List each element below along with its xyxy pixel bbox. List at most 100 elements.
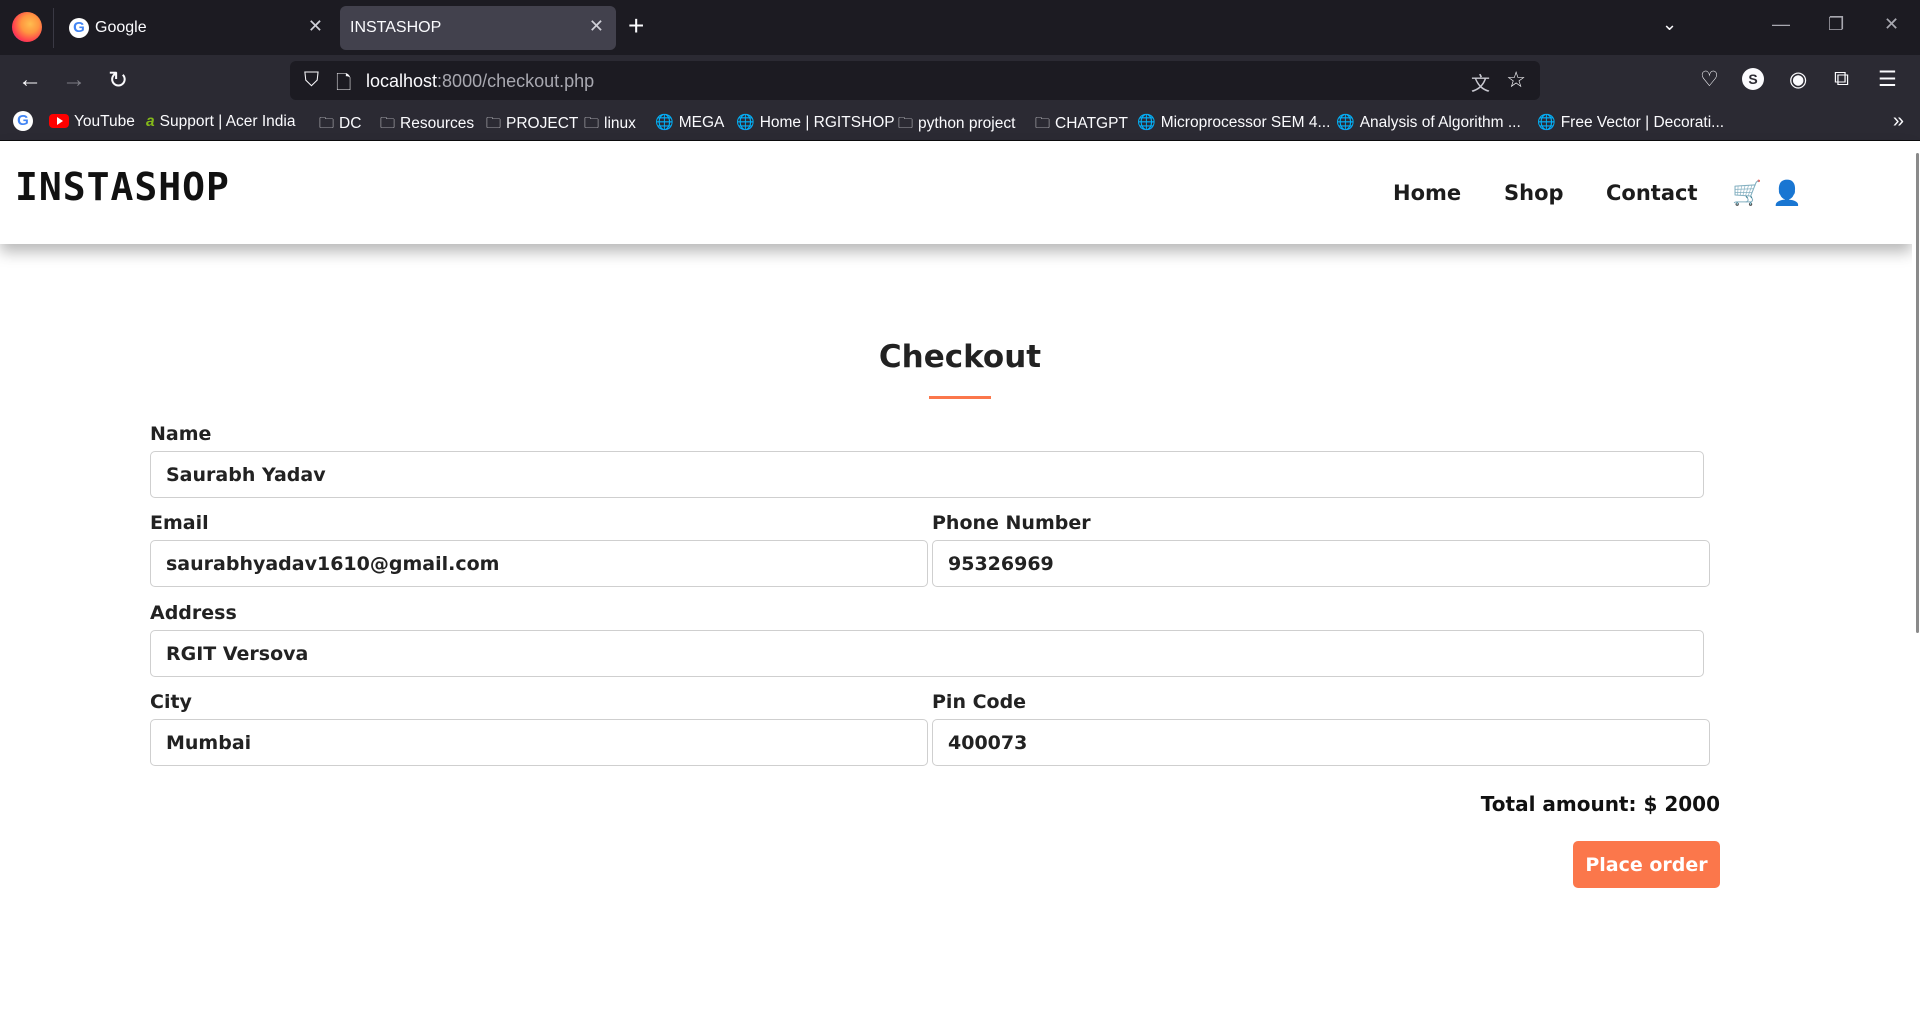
bookmark-mega[interactable]: 🌐 MEGA [655, 113, 724, 132]
bookmark-label: linux [604, 115, 636, 132]
bookmark-label: Home | RGITSHOP [759, 114, 895, 131]
google-icon: G [69, 18, 89, 38]
translate-icon[interactable]: 文 [1471, 69, 1490, 96]
bookmark-folder-resources[interactable]: 🗀 Resources [380, 113, 474, 138]
nav-home[interactable]: Home [1393, 181, 1461, 205]
shield-icon[interactable]: ⛉ [304, 69, 319, 92]
email-label: Email [150, 512, 209, 534]
account-icon[interactable]: S [1742, 68, 1764, 90]
bookmark-label: Analysis of Algorithm ... [1359, 114, 1521, 131]
tab-title: INSTASHOP [350, 19, 442, 36]
url-path: :8000/checkout.php [437, 71, 595, 91]
menu-icon[interactable]: ☰ [1878, 67, 1897, 92]
folder-icon: 🗀 [486, 115, 502, 132]
globe-icon: 🌐 [1336, 114, 1355, 131]
folder-icon: 🗀 [584, 115, 600, 132]
bookmark-free-vector[interactable]: 🌐 Free Vector | Decorati... [1537, 113, 1724, 132]
extensions-icon[interactable]: ⧉ [1834, 67, 1849, 91]
bookmark-label: PROJECT [506, 115, 579, 132]
minimize-icon[interactable]: — [1772, 14, 1790, 35]
pincode-input[interactable] [932, 719, 1710, 766]
new-tab-icon[interactable]: + [628, 10, 644, 42]
bookmark-label: Resources [400, 115, 475, 132]
site-header: INSTASHOP Home Shop Contact 🛒 👤 [0, 141, 1912, 244]
scrollbar[interactable] [1912, 141, 1920, 1020]
star-icon[interactable]: ☆ [1506, 67, 1526, 93]
google-icon: G [13, 111, 33, 131]
cart-icon[interactable]: 🛒 [1732, 179, 1762, 207]
back-icon[interactable]: ← [18, 66, 42, 94]
email-input[interactable] [150, 540, 928, 587]
tab-instashop[interactable]: INSTASHOP ✕ [340, 6, 616, 50]
folder-icon: 🗀 [380, 115, 396, 132]
bookmark-folder-chatgpt[interactable]: 🗀 CHATGPT [1035, 113, 1128, 138]
total-amount: Total amount: $ 2000 [1480, 792, 1720, 816]
bookmark-algorithm[interactable]: 🌐 Analysis of Algorithm ... [1336, 113, 1521, 132]
globe-icon: 🌐 [1537, 114, 1556, 131]
reload-icon[interactable]: ↻ [108, 66, 128, 95]
site-logo[interactable]: INSTASHOP [15, 165, 230, 209]
bookmark-folder-project[interactable]: 🗀 PROJECT [486, 113, 578, 138]
bookmark-label: MEGA [678, 114, 725, 131]
bookmark-label: python project [918, 115, 1016, 132]
nav-shop[interactable]: Shop [1504, 181, 1564, 205]
youtube-icon [49, 114, 69, 128]
page-content: INSTASHOP Home Shop Contact 🛒 👤 Checkout… [0, 141, 1920, 1020]
pocket-icon[interactable]: ♡ [1700, 67, 1719, 92]
user-icon[interactable]: 👤 [1772, 179, 1802, 207]
city-input[interactable] [150, 719, 928, 766]
city-label: City [150, 691, 192, 713]
globe-icon: 🌐 [655, 114, 674, 131]
bookmark-folder-linux[interactable]: 🗀 linux [584, 113, 636, 138]
bookmark-acer[interactable]: a Support | Acer India [146, 113, 296, 131]
chevron-double-right-icon[interactable]: » [1893, 110, 1904, 133]
bookmark-label: YouTube [74, 113, 135, 130]
title-underline [929, 396, 991, 399]
bookmark-microprocessor[interactable]: 🌐 Microprocessor SEM 4... [1137, 113, 1330, 132]
folder-icon: 🗀 [1035, 115, 1051, 132]
address-input[interactable] [150, 630, 1704, 677]
bookmark-label: Free Vector | Decorati... [1560, 114, 1725, 131]
name-input[interactable] [150, 451, 1704, 498]
address-bar[interactable]: ⛉ 🗋 localhost:8000/checkout.php 文 ☆ [290, 61, 1540, 100]
bookmarks-bar: G YouTube a Support | Acer India 🗀 DC 🗀 Res… [0, 105, 1920, 141]
globe-icon: 🌐 [1137, 114, 1156, 131]
close-icon[interactable]: ✕ [589, 16, 604, 37]
bookmark-label: CHATGPT [1055, 115, 1128, 132]
bookmark-folder-python[interactable]: 🗀 python project [898, 113, 1015, 138]
bookmark-google[interactable]: G [13, 111, 33, 131]
pincode-label: Pin Code [932, 691, 1027, 713]
address-label: Address [150, 602, 237, 624]
chevron-down-icon[interactable]: ⌄ [1662, 14, 1677, 35]
bookmark-youtube[interactable]: YouTube [49, 113, 135, 131]
acer-icon: a [146, 113, 155, 130]
close-icon[interactable]: ✕ [308, 16, 323, 37]
browser-tab-bar: G Google ✕ INSTASHOP ✕ + ⌄ — ❐ ✕ [0, 0, 1920, 55]
bookmark-label: Microprocessor SEM 4... [1160, 114, 1331, 131]
place-order-button[interactable]: Place order [1573, 841, 1720, 888]
bookmark-label: DC [339, 115, 362, 132]
firefox-icon[interactable] [12, 12, 42, 42]
url-host: localhost [366, 71, 438, 91]
forward-icon[interactable]: → [62, 66, 86, 94]
scrollbar-thumb[interactable] [1916, 153, 1919, 633]
page-icon[interactable]: 🗋 [336, 69, 351, 101]
nav-contact[interactable]: Contact [1606, 181, 1698, 205]
browser-toolbar: ← → ↻ ⛉ 🗋 localhost:8000/checkout.php 文 … [0, 55, 1920, 105]
globe-icon: 🌐 [736, 114, 755, 131]
restore-icon[interactable]: ❐ [1828, 14, 1844, 35]
tab-separator [53, 8, 54, 48]
folder-icon: 🗀 [898, 115, 914, 132]
extension-mask-icon[interactable]: ◉ [1789, 67, 1807, 92]
tab-title: Google [95, 19, 147, 36]
bookmark-rgitshop[interactable]: 🌐 Home | RGITSHOP [736, 113, 895, 132]
tab-google[interactable]: G Google ✕ [59, 6, 335, 50]
url-text[interactable]: localhost:8000/checkout.php [366, 71, 594, 92]
page-title: Checkout [878, 339, 1042, 375]
close-window-icon[interactable]: ✕ [1884, 14, 1899, 35]
bookmark-label: Support | Acer India [159, 113, 296, 130]
bookmark-folder-dc[interactable]: 🗀 DC [319, 113, 361, 138]
phone-label: Phone Number [932, 512, 1091, 534]
name-label: Name [150, 423, 212, 445]
phone-input[interactable] [932, 540, 1710, 587]
